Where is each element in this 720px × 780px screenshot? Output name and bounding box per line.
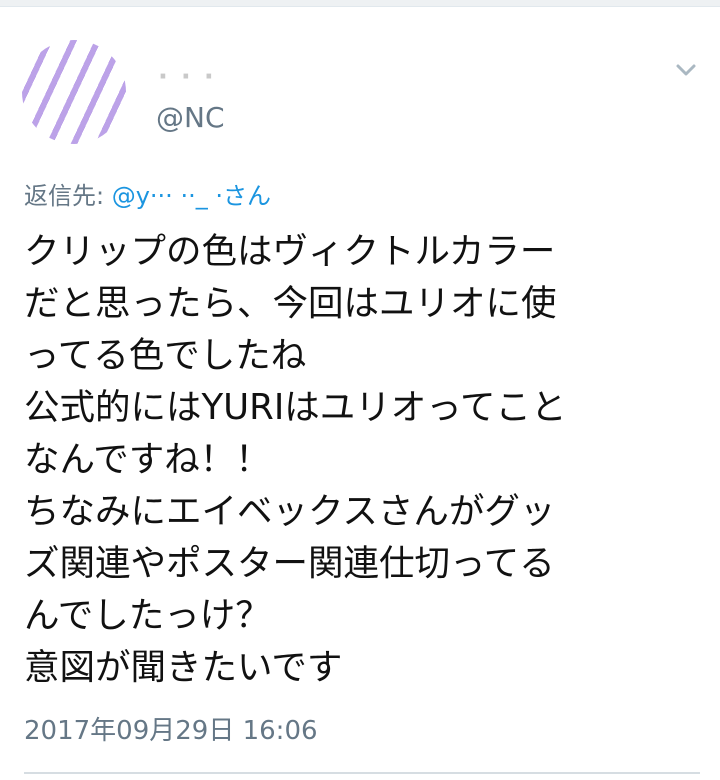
reply-to-user-link[interactable]: @y··· ··_ ·さん: [112, 182, 271, 210]
reply-to: 返信先: @y··· ··_ ·さん: [24, 176, 271, 211]
tweet-line: ズ関連やポスター関連仕切ってる: [24, 543, 555, 584]
tweet-line: だと思ったら、今回はユリオに使: [24, 283, 557, 324]
tweet-line: んでしたっけ？: [24, 595, 271, 636]
tweet-line: 意図が聞きたいです: [24, 647, 343, 688]
tweet-line: 公式的にはYURIはユリオってこと: [24, 387, 567, 428]
avatar[interactable]: [22, 40, 126, 144]
reply-to-label: 返信先:: [24, 182, 112, 210]
top-border: [0, 0, 720, 7]
chevron-down-icon[interactable]: [672, 56, 700, 84]
tweet-text: クリップの色はヴィクトルカラー だと思ったら、今回はユリオに使 ってる色でしたね…: [24, 226, 700, 694]
tweet-line: クリップの色はヴィクトルカラー: [24, 231, 556, 272]
divider: [24, 772, 700, 774]
tweet-line: ちなみにエイベックスさんがグッ: [24, 491, 556, 532]
display-name[interactable]: · · ·: [158, 62, 216, 92]
tweet-line: ってる色でしたね: [24, 335, 307, 376]
tweet-timestamp[interactable]: 2017年09月29日 16:06: [24, 710, 318, 747]
user-handle[interactable]: @NC: [156, 101, 225, 134]
tweet-line: なんですね！！: [24, 439, 271, 480]
handle-redaction: [248, 107, 348, 133]
